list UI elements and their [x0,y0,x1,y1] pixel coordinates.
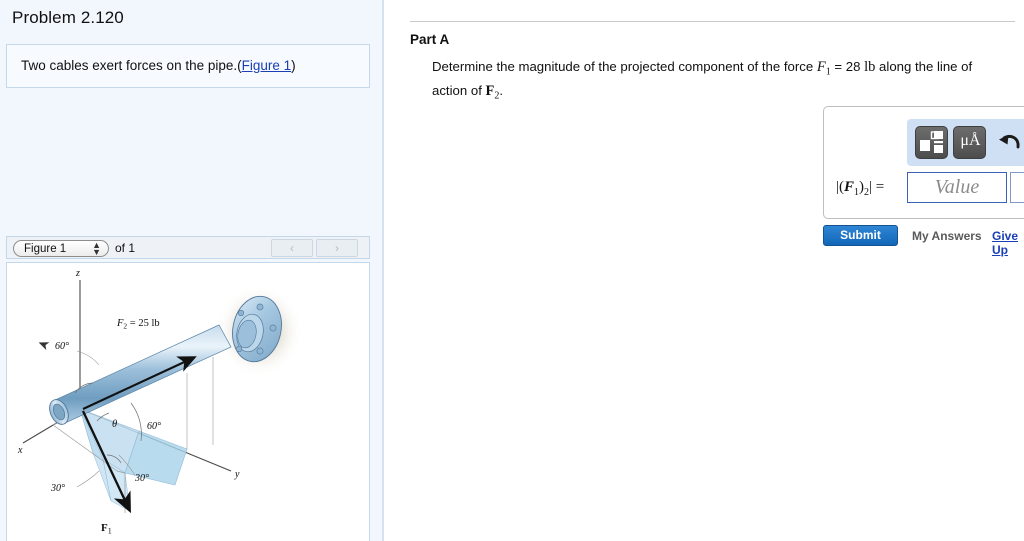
math-toolbar: μÅ [907,119,1024,166]
left-panel: Problem 2.120 Two cables exert forces on… [0,0,384,541]
angle-60-upper-tick [38,342,50,351]
pipe-body [49,324,232,425]
value-input[interactable]: Value [907,172,1007,203]
undo-icon[interactable] [995,129,1023,157]
figure-count-label: of 1 [115,241,136,255]
figure-prev-button[interactable]: ‹ [271,239,313,257]
figure-1-link[interactable]: Figure 1 [242,58,292,73]
statement-prefix: Two cables exert forces on the pipe.( [21,58,242,73]
figure-image-container: z x y F2 = 25 lb F1 60° θ 60° 30° 30° [6,262,370,541]
question-text-a: Determine the magnitude of the projected… [432,59,817,74]
figure-next-button[interactable]: › [316,239,358,257]
angle-30-left-leader [76,470,100,488]
force-f2-label: F2 = 25 lb [116,318,160,331]
my-answers-link[interactable]: My Answers [912,229,982,243]
units-input[interactable]: Units [1010,172,1024,203]
give-up-link[interactable]: Give Up [992,229,1024,257]
units-icon-label: μÅ [960,132,981,149]
question-text-e: . [499,82,504,98]
page-title: Problem 2.120 [12,8,124,27]
force-f1-symbol: F [816,59,826,75]
template-glyph [920,131,943,153]
question-units: lb [864,59,876,75]
figure-toolbar: Figure 1 ▲ ▼ of 1 ‹ › [6,236,370,259]
pipe-force-diagram: z x y F2 = 25 lb F1 60° θ 60° 30° 30° [17,268,303,536]
stepper-arrows-icon: ▲ ▼ [92,240,101,257]
force-f1-label: F1 [101,522,112,536]
angle-30-right-label: 30° [134,473,149,484]
answer-label: |(F1)2| = [836,179,884,198]
statement-suffix: ) [291,58,296,73]
problem-statement-text: Two cables exert forces on the pipe.(Fig… [21,58,296,73]
problem-statement-box: Two cables exert forces on the pipe.(Fig… [6,44,370,88]
submit-button[interactable]: Submit [823,225,898,246]
answer-label-open: |( [836,179,844,195]
axis-y-label: y [234,469,240,480]
angle-60-lower-label: 60° [147,421,161,432]
answer-label-close: | = [869,179,885,195]
angle-60-upper-label: 60° [55,341,69,352]
figure-select-dropdown[interactable]: Figure 1 ▲ ▼ [13,240,109,257]
axis-x-label: x [17,445,23,456]
angle-30-left-label: 30° [50,483,65,494]
part-heading: Part A [410,32,450,47]
angle-theta-label: θ [112,419,117,430]
answer-entry-box: μÅ |(F1)2| = Value [823,106,1024,219]
question-text-d: action of [432,82,486,98]
question-text-c: along the line of [875,59,973,74]
template-icon[interactable] [915,126,948,159]
question-prompt: Determine the magnitude of the projected… [432,58,992,105]
section-divider [410,21,1015,22]
figure-select-value: Figure 1 [24,243,67,255]
problem-page: Problem 2.120 Two cables exert forces on… [0,0,1024,541]
units-icon[interactable]: μÅ [953,126,986,159]
question-text-b: = 28 [830,59,865,74]
right-panel: Part A Determine the magnitude of the pr… [386,0,1024,541]
axis-z-label: z [75,268,80,279]
answer-label-f: F [844,179,855,195]
